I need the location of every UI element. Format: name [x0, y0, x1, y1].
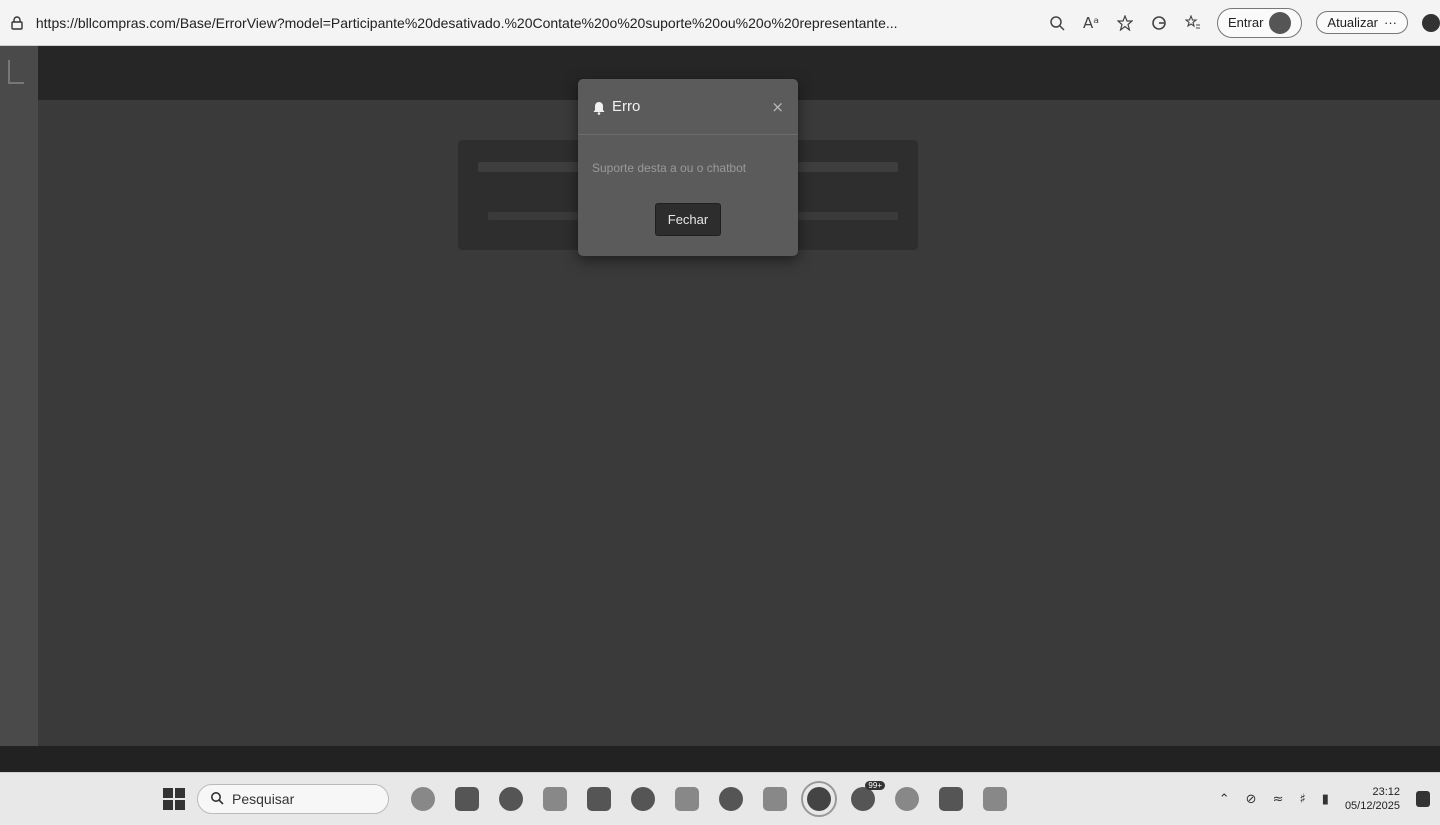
- notifications-icon[interactable]: [1416, 791, 1430, 807]
- signin-button[interactable]: Entrar: [1217, 7, 1303, 38]
- store-icon[interactable]: [675, 787, 699, 811]
- site-footer: [0, 746, 1440, 772]
- lock-icon[interactable]: [8, 14, 26, 32]
- settings-gear-icon[interactable]: [895, 787, 919, 811]
- signin-label: Entrar: [1228, 15, 1264, 30]
- battery-icon[interactable]: ▮: [1322, 792, 1329, 807]
- more-icon: ···: [1384, 15, 1397, 30]
- avatar: [1269, 11, 1292, 34]
- update-button[interactable]: Atualizar ···: [1316, 11, 1408, 34]
- edge-icon[interactable]: [631, 787, 655, 811]
- chevron-up-icon[interactable]: ⌃: [1219, 792, 1230, 807]
- modal-header: Erro ×: [578, 79, 798, 135]
- close-button[interactable]: Fechar: [654, 203, 722, 236]
- favorite-star-icon[interactable]: [1115, 13, 1135, 33]
- clock-date: 05/12/2025: [1344, 800, 1400, 812]
- wifi-icon[interactable]: ≈: [1273, 792, 1284, 807]
- modal-message: Suporte desta a ou o chatbot: [592, 161, 747, 175]
- clock-time: 23:12: [1372, 786, 1400, 798]
- left-strip: [0, 46, 38, 772]
- menu-mark-icon: [8, 60, 24, 84]
- background-text: [488, 212, 578, 220]
- browser-toolbar: https://bllcompras.com/Base/ErrorView?mo…: [0, 0, 1440, 46]
- update-label: Atualizar: [1327, 15, 1378, 30]
- background-text: [798, 162, 898, 172]
- modal-footer: Fechar: [578, 203, 798, 236]
- copilot-sidebar-icon[interactable]: [1422, 13, 1440, 32]
- notification-badge: 99+: [865, 781, 885, 790]
- windows-start-icon[interactable]: [163, 788, 185, 810]
- bell-icon: [592, 100, 606, 115]
- file-explorer-icon[interactable]: [455, 787, 479, 811]
- close-icon[interactable]: ×: [771, 98, 784, 116]
- search-icon: [210, 791, 224, 808]
- edge-dev-icon[interactable]: [543, 787, 567, 811]
- background-text: [798, 212, 898, 220]
- volume-icon[interactable]: ♯: [1299, 792, 1305, 807]
- taskbar: Pesquisar 99+ ⌃ ⊘ ≈ ♯ ▮ 23:12 05/12/2025: [0, 772, 1440, 825]
- read-aloud-icon[interactable]: Aᵃ: [1081, 13, 1101, 33]
- zoom-icon[interactable]: [1047, 13, 1067, 33]
- error-modal: Erro × Suporte desta a ou o chatbot Fech…: [578, 79, 798, 256]
- copilot-icon[interactable]: [1149, 13, 1169, 33]
- favorites-list-icon[interactable]: [1183, 13, 1203, 33]
- chrome-icon[interactable]: [499, 787, 523, 811]
- word-icon[interactable]: [939, 787, 963, 811]
- system-clock[interactable]: 23:12 05/12/2025: [1345, 785, 1400, 813]
- teams-icon[interactable]: 99+: [851, 781, 885, 811]
- opera-icon[interactable]: [801, 781, 837, 817]
- snipping-tool-icon[interactable]: [983, 787, 1007, 811]
- app-icon[interactable]: [719, 787, 743, 811]
- widgets-icon[interactable]: [411, 787, 435, 811]
- taskbar-search[interactable]: Pesquisar: [197, 784, 389, 814]
- camera-icon[interactable]: [587, 787, 611, 811]
- sync-off-icon[interactable]: ⊘: [1246, 792, 1257, 807]
- notepad-icon[interactable]: [763, 787, 787, 811]
- modal-title: Erro: [612, 98, 641, 115]
- address-bar[interactable]: https://bllcompras.com/Base/ErrorView?mo…: [36, 15, 1039, 31]
- search-placeholder: Pesquisar: [232, 791, 295, 807]
